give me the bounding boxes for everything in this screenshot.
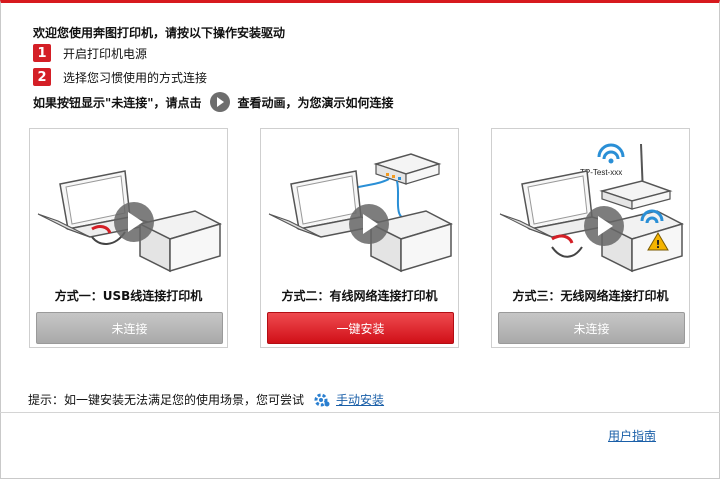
manual-install-link[interactable]: 手动安装 <box>336 391 384 408</box>
page-title: 欢迎您使用奔图打印机，请按以下操作安装驱动 <box>33 26 286 40</box>
usb-not-connected-button[interactable]: 未连接 <box>36 312 223 344</box>
one-click-install-button[interactable]: 一键安装 <box>267 312 454 344</box>
usb-connection-card: 方式一：USB线连接打印机 未连接 <box>29 128 228 348</box>
step-text: 开启打印机电源 <box>63 46 148 61</box>
usb-illustration <box>37 170 222 273</box>
wireless-illustration: TP-Test-xxx ! <box>499 143 684 273</box>
footer-divider <box>0 412 720 413</box>
play-icon[interactable] <box>209 92 230 112</box>
wireless-not-connected-button[interactable]: 未连接 <box>498 312 685 344</box>
step-1: 1 开启打印机电源 <box>33 44 147 62</box>
hint-text-after: 查看动画，为您演示如何连接 <box>237 95 394 110</box>
user-guide-link[interactable]: 用户指南 <box>608 427 656 444</box>
wired-illustration <box>268 153 453 273</box>
animation-hint: 如果按钮显示"未连接"，请点击 查看动画，为您演示如何连接 <box>33 92 394 112</box>
step-2: 2 选择您习惯使用的方式连接 <box>33 68 207 86</box>
tip-text: 提示：如一键安装无法满足您的使用场景，您可尝试 <box>28 393 305 407</box>
wireless-connection-card: TP-Test-xxx ! 方式三：无线网络连接打印机 未连接 <box>491 128 690 348</box>
card-label: 方式二：有线网络连接打印机 <box>281 289 438 303</box>
card-label: 方式一：USB线连接打印机 <box>54 289 203 303</box>
card-label: 方式三：无线网络连接打印机 <box>512 289 669 303</box>
svg-text:!: ! <box>655 238 660 251</box>
manual-install-tip: 提示：如一键安装无法满足您的使用场景，您可尝试 手动安装 <box>28 391 384 408</box>
play-animation-button[interactable] <box>114 202 154 242</box>
gear-icon <box>314 393 330 406</box>
play-animation-button[interactable] <box>349 204 389 244</box>
hint-text-before: 如果按钮显示"未连接"，请点击 <box>33 95 202 110</box>
step-number: 1 <box>33 44 51 62</box>
router-icon <box>373 153 442 185</box>
step-number: 2 <box>33 68 51 86</box>
wifi-icon <box>597 143 625 164</box>
play-animation-button[interactable] <box>584 206 624 246</box>
wired-connection-card: 方式二：有线网络连接打印机 一键安装 <box>260 128 459 348</box>
step-text: 选择您习惯使用的方式连接 <box>63 70 208 85</box>
